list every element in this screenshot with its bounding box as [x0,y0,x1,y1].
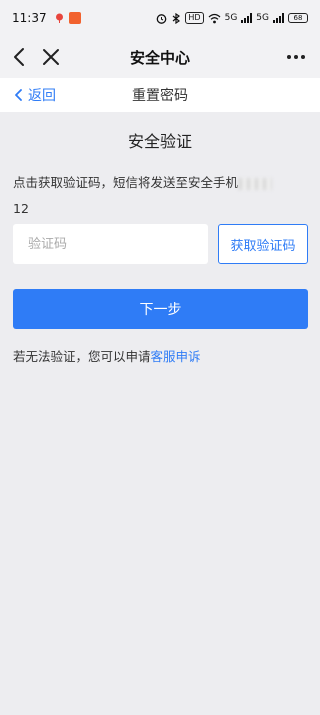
signal-1-icon [241,13,253,23]
sub-header: 返回 重置密码 [0,78,320,112]
close-icon[interactable] [40,45,62,69]
get-code-button[interactable]: 获取验证码 [218,224,308,264]
alarm-icon [157,13,167,24]
help-text: 若无法验证，您可以申请 [13,349,151,364]
section-title: 安全验证 [127,132,192,151]
verification-code-input[interactable] [13,224,208,264]
back-link[interactable]: 返回 [14,85,56,105]
bluetooth-icon [173,12,181,24]
chevron-left-icon [15,89,22,101]
status-right-icons: HD 5G 5G 68 [156,12,308,24]
customer-appeal-link[interactable]: 客服申诉 [151,349,201,364]
back-arrow-icon[interactable] [10,45,30,69]
nav-bar: 安全中心 [0,36,320,78]
help-line: 若无法验证，您可以申请客服申诉 [13,346,201,365]
notification-icons [55,12,81,24]
info-text-main: 点击获取验证码，短信将发送至安全手机 [13,175,239,190]
signal-2-label: 5G [256,13,269,23]
info-text: 点击获取验证码，短信将发送至安全手机 12 [13,170,309,222]
signal-2-icon [273,13,284,23]
app-notification-icon [68,12,81,24]
status-time: 11:37 [12,11,47,25]
hd-badge: HD [185,12,204,24]
back-link-label: 返回 [28,88,56,104]
info-text-tail: 12 [13,201,29,216]
next-step-button[interactable]: 下一步 [13,289,308,329]
signal-1-label: 5G [224,13,238,23]
battery-icon: 68 [288,13,308,23]
status-bar: 11:37 HD 5G 5G 68 [0,0,320,36]
wifi-icon [208,13,221,23]
location-pin-icon [55,13,63,23]
more-icon[interactable] [284,48,308,66]
masked-phone-number [238,177,273,190]
